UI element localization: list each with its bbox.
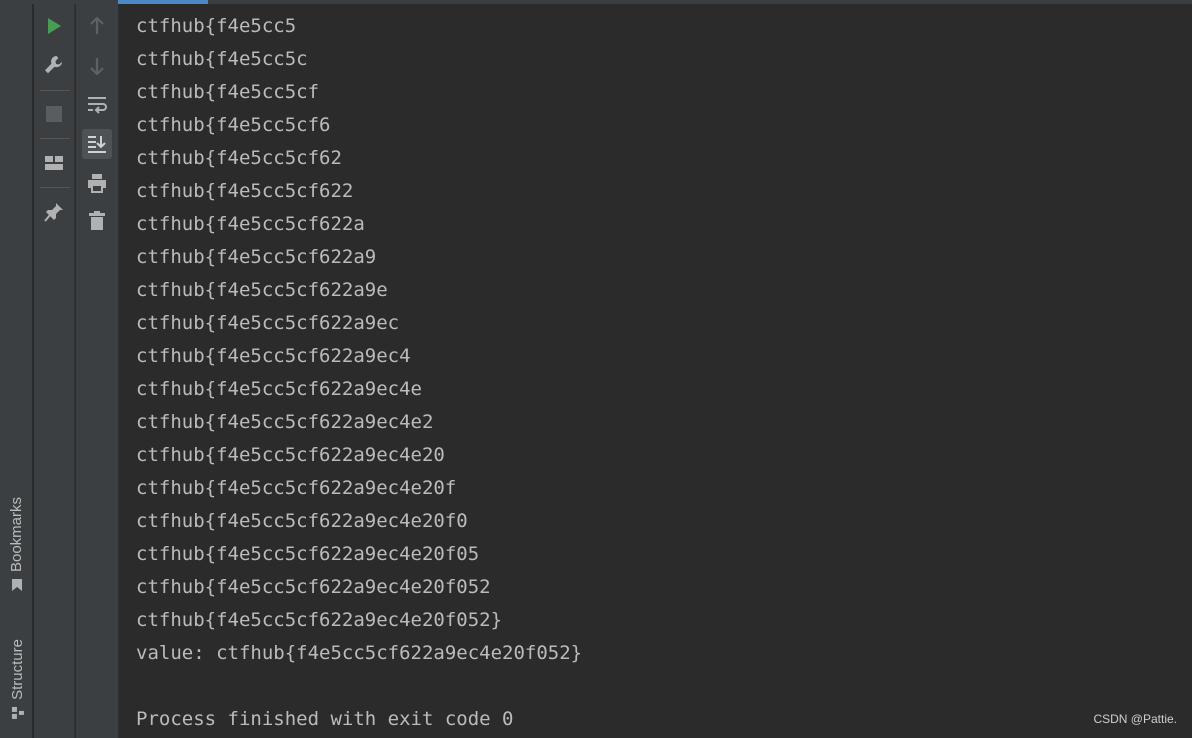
console-line: ctfhub{f4e5cc5cf622a9ec4e20f0 bbox=[136, 510, 468, 532]
modify-run-configuration-button[interactable] bbox=[39, 50, 69, 80]
scroll-to-end-button[interactable] bbox=[82, 129, 112, 159]
console-output[interactable]: ctfhub{f4e5cc5 ctfhub{f4e5cc5c ctfhub{f4… bbox=[119, 4, 1192, 738]
console-line: ctfhub{f4e5cc5cf bbox=[136, 81, 320, 103]
console-line: ctfhub{f4e5cc5cf622a9ec4e20f05 bbox=[136, 543, 480, 565]
arrow-up-icon bbox=[90, 17, 104, 34]
bookmarks-tab-label: Bookmarks bbox=[8, 496, 26, 572]
exit-status-line: Process finished with exit code 0 bbox=[136, 708, 514, 730]
console-line: ctfhub{f4e5cc5cf622a9ec4e20f bbox=[136, 477, 457, 499]
rerun-button[interactable] bbox=[39, 11, 69, 41]
console-line: ctfhub{f4e5cc5c bbox=[136, 48, 308, 70]
print-button[interactable] bbox=[82, 168, 112, 198]
console-line: ctfhub{f4e5cc5cf62 bbox=[136, 147, 342, 169]
console-line: ctfhub{f4e5cc5cf622a9ec4e20f052 bbox=[136, 576, 491, 598]
next-occurrence-button[interactable] bbox=[82, 51, 112, 81]
watermark: CSDN @Pattie. bbox=[1093, 712, 1177, 726]
arrow-down-icon bbox=[90, 58, 104, 75]
console-line: value: ctfhub{f4e5cc5cf622a9ec4e20f052} bbox=[136, 642, 583, 664]
previous-occurrence-button[interactable] bbox=[82, 11, 112, 41]
trash-icon bbox=[89, 211, 105, 230]
wrench-icon bbox=[45, 56, 63, 74]
scroll-to-end-icon bbox=[88, 136, 106, 153]
structure-icon bbox=[11, 706, 24, 719]
console-line: ctfhub{f4e5cc5 bbox=[136, 15, 297, 37]
console-line: ctfhub{f4e5cc5cf622a9ec4 bbox=[136, 345, 411, 367]
bookmark-icon bbox=[12, 578, 22, 591]
restore-layout-button[interactable] bbox=[39, 148, 69, 178]
structure-tab-label: Structure bbox=[8, 638, 26, 700]
console-line: ctfhub{f4e5cc5cf622a bbox=[136, 213, 365, 235]
toolbar-separator bbox=[40, 138, 70, 139]
console-line: ctfhub{f4e5cc5cf622a9ec bbox=[136, 312, 400, 334]
tool-window-strip: Bookmarks Structure bbox=[0, 4, 33, 738]
pin-icon bbox=[44, 203, 63, 222]
console-line: ctfhub{f4e5cc5cf622a9ec4e2 bbox=[136, 411, 434, 433]
bookmarks-tab[interactable]: Bookmarks bbox=[3, 488, 31, 600]
console-line: ctfhub{f4e5cc5cf6 bbox=[136, 114, 331, 136]
soft-wrap-icon bbox=[88, 97, 107, 114]
console-line: ctfhub{f4e5cc5cf622a9ec4e20 bbox=[136, 444, 445, 466]
toolbar-separator bbox=[40, 90, 70, 91]
clear-all-button[interactable] bbox=[82, 206, 112, 236]
soft-wrap-button[interactable] bbox=[82, 90, 112, 120]
console-line: ctfhub{f4e5cc5cf622a9 bbox=[136, 246, 377, 268]
layout-icon bbox=[45, 156, 63, 170]
run-icon bbox=[48, 18, 61, 34]
toolbar-separator bbox=[40, 187, 70, 188]
pin-tab-button[interactable] bbox=[39, 197, 69, 227]
stop-icon bbox=[46, 106, 62, 122]
console-line: ctfhub{f4e5cc5cf622a9ec4e bbox=[136, 378, 422, 400]
structure-tab[interactable]: Structure bbox=[3, 630, 31, 728]
run-toolbar-secondary bbox=[76, 4, 119, 738]
stop-button[interactable] bbox=[39, 99, 69, 129]
console-line: ctfhub{f4e5cc5cf622 bbox=[136, 180, 354, 202]
console-line: ctfhub{f4e5cc5cf622a9e bbox=[136, 279, 388, 301]
print-icon bbox=[88, 174, 106, 193]
run-toolbar-primary bbox=[34, 4, 75, 738]
console-line: ctfhub{f4e5cc5cf622a9ec4e20f052} bbox=[136, 609, 503, 631]
